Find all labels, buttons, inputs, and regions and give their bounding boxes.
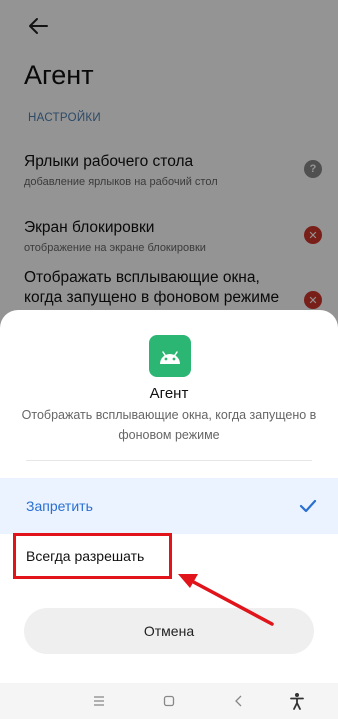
system-navbar [0,683,338,719]
home-icon [163,695,175,707]
dialog-description: Отображать всплывающие окна, когда запущ… [21,408,317,442]
divider [26,460,312,461]
accessibility-button[interactable] [288,692,306,710]
dialog-app-name: Агент [149,385,189,402]
option-label: Запретить [26,498,93,514]
highlight-annotation [13,533,172,579]
option-deny[interactable]: Запретить [0,478,338,534]
back-icon [235,695,242,707]
android-icon [149,335,191,377]
nav-back-button[interactable] [230,692,248,710]
home-button[interactable] [160,692,178,710]
checkmark-icon [299,499,317,513]
menu-button[interactable] [90,692,108,710]
menu-icon [94,696,104,706]
accessibility-icon [290,693,304,710]
cancel-button[interactable]: Отмена [24,608,314,654]
permission-dialog: Агент Отображать всплывающие окна, когда… [0,310,338,683]
